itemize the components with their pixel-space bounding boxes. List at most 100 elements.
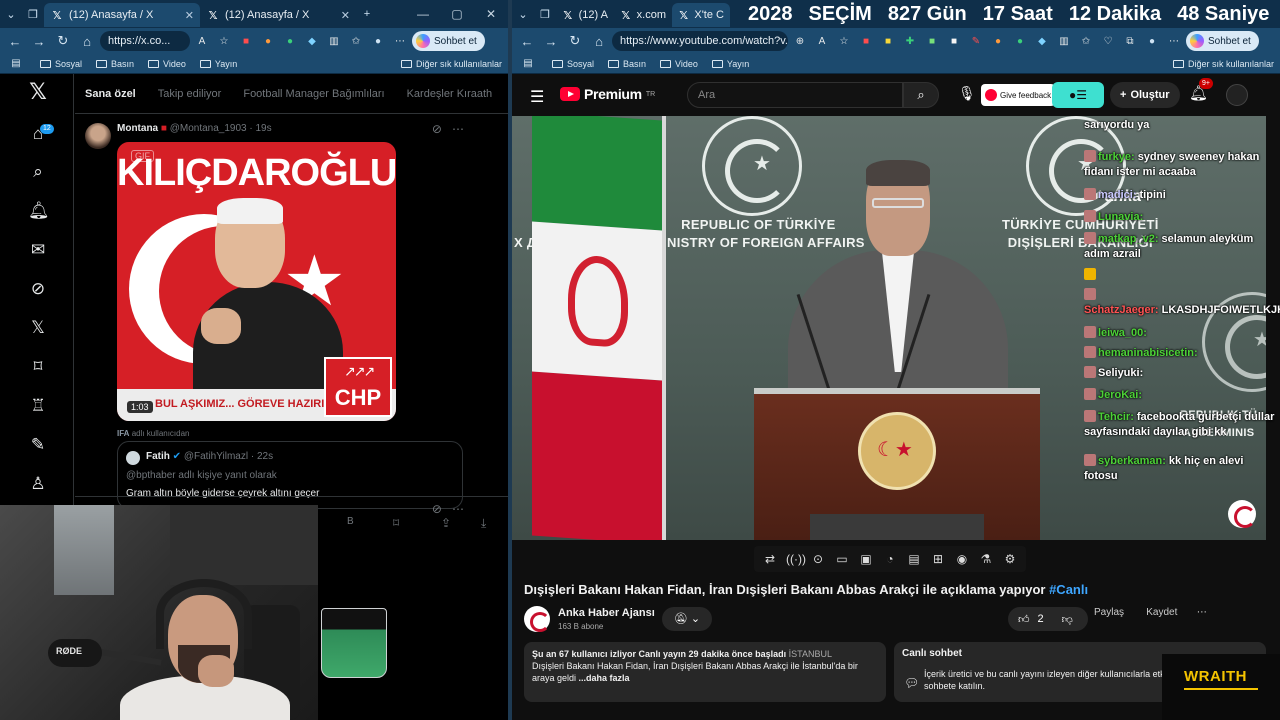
flask-icon[interactable]: ⚗ — [978, 551, 994, 567]
x-premium-icon[interactable]: 𝕏 — [28, 318, 48, 338]
forward-icon[interactable]: → — [540, 34, 562, 49]
home-icon[interactable]: ⌂ — [588, 34, 610, 49]
bookmark-yayin[interactable]: Yayın — [711, 59, 749, 69]
split-screen-icon[interactable]: ▥ — [1054, 33, 1074, 49]
back-icon[interactable]: ← — [516, 34, 538, 49]
more-icon[interactable]: ⋯ — [390, 33, 410, 49]
profile-icon[interactable]: ♙ — [28, 474, 48, 494]
author-avatar[interactable] — [85, 123, 111, 149]
close-window-icon[interactable]: ✕ — [474, 7, 508, 21]
description-more-link[interactable]: ...daha fazla — [579, 673, 630, 683]
workspaces-icon[interactable]: ❐ — [22, 4, 44, 24]
chat-username[interactable]: Seliyuki: — [1098, 367, 1143, 379]
reader-view-icon[interactable]: ⊕ — [790, 33, 810, 49]
maximize-icon[interactable]: ▢ — [440, 7, 474, 21]
articles-icon[interactable]: ✎ — [28, 435, 48, 455]
read-aloud-icon[interactable]: A — [812, 33, 832, 49]
jobs-icon[interactable]: ♖ — [28, 396, 48, 416]
x-logo-icon[interactable]: 𝕏 — [28, 81, 48, 103]
bookmark-video[interactable]: Video — [660, 59, 698, 69]
tab-x-te[interactable]: 𝕏 X'te C — [672, 3, 730, 27]
description-location[interactable]: İSTANBUL — [789, 649, 832, 659]
bookmark-sosyal[interactable]: Sosyal — [40, 59, 82, 69]
grok-icon[interactable]: ⊘ — [28, 279, 48, 299]
quote-author-handle[interactable]: @FatihYilmazl — [184, 451, 248, 462]
subscription-bell-button[interactable]: 🔕︎ ⌄ — [662, 607, 712, 631]
tab-following[interactable]: Takip ediliyor — [158, 88, 222, 100]
collections-icon[interactable]: ⧉ — [1120, 33, 1140, 49]
tab-for-you[interactable]: Sana özel — [85, 88, 136, 100]
home-icon[interactable]: ⌂ — [76, 34, 98, 49]
post-time[interactable]: 19s — [256, 123, 272, 134]
tab-football-manager[interactable]: Football Manager Bağımlıları — [243, 88, 384, 100]
chat-username[interactable]: leiwa_00: — [1098, 327, 1147, 339]
search-icon[interactable]: ⌕ — [28, 162, 48, 182]
favorites-icon[interactable]: ✩ — [1076, 33, 1096, 49]
chat-username[interactable]: SchatzJaeger: — [1084, 304, 1159, 316]
more-icon[interactable]: ⋯ — [452, 122, 464, 136]
extension-orange-icon[interactable]: ● — [988, 33, 1008, 49]
chat-username[interactable]: hemaninabisicetin: — [1098, 347, 1198, 359]
repeat-icon[interactable]: ⇄ — [762, 551, 778, 567]
minimize-icon[interactable]: — — [406, 7, 440, 21]
url-field[interactable]: https://www.youtube.com/watch?v... — [612, 31, 788, 51]
refresh-icon[interactable]: ↻ — [52, 33, 74, 49]
youtube-premium-logo[interactable]: Premium TR — [560, 86, 655, 102]
search-button[interactable]: ⌕ — [903, 82, 939, 108]
favorite-star-icon[interactable]: ☆ — [214, 33, 234, 49]
chat-username[interactable]: Lunavia: — [1098, 211, 1143, 223]
quote-time[interactable]: 22s — [257, 451, 273, 462]
save-button[interactable]: Kaydet — [1146, 607, 1177, 618]
more-icon[interactable]: ⋯ — [452, 502, 464, 516]
voice-search-mic-icon[interactable]: 🎙︎ — [958, 85, 976, 102]
video-hashtag[interactable]: #Canlı — [1049, 582, 1088, 597]
broadcast-icon[interactable]: ((·)) — [786, 551, 806, 567]
tab-groups-icon[interactable]: ▤ — [518, 56, 538, 72]
author-handle[interactable]: @Montana_1903 — [170, 123, 247, 134]
bookmark-sosyal[interactable]: Sosyal — [552, 59, 594, 69]
copilot-chat-button[interactable]: Sohbet et — [412, 31, 485, 51]
chat-username[interactable]: Tehcir: — [1098, 411, 1134, 423]
settings-gear-icon[interactable]: ⚙ — [1002, 551, 1018, 567]
menu-hamburger-icon[interactable]: ☰ — [530, 87, 544, 107]
extension-orange-icon[interactable]: ● — [258, 33, 278, 49]
bookmark-basin[interactable]: Basın — [608, 59, 646, 69]
chat-username[interactable]: matkap_v2: — [1098, 233, 1159, 245]
attribution-user[interactable]: IFA — [117, 429, 129, 438]
messages-mail-icon[interactable]: ✉ — [28, 240, 48, 260]
read-aloud-icon[interactable]: A — [192, 33, 212, 49]
give-feedback-button[interactable]: Give feedback — [981, 84, 1056, 106]
like-icon[interactable]: 👍︎ — [1018, 613, 1030, 626]
extension-white-icon[interactable]: ■ — [944, 33, 964, 49]
split-screen-icon[interactable]: ▥ — [324, 33, 344, 49]
extension-yellow-icon[interactable]: ■ — [878, 33, 898, 49]
profile-avatar-icon[interactable]: ● — [1142, 33, 1162, 49]
tab-x-home-1[interactable]: 𝕏 (12) Anasayfa / X ✕ — [44, 3, 200, 27]
favorite-star-icon[interactable]: ☆ — [834, 33, 854, 49]
bookmark-basin[interactable]: Basın — [96, 59, 134, 69]
workspaces-icon[interactable]: ❐ — [534, 4, 556, 24]
chat-username[interactable]: furkye: — [1098, 151, 1135, 163]
video-description[interactable]: Şu an 67 kullanıcı izliyor Canlı yayın 2… — [524, 642, 886, 702]
extension-blue-icon[interactable]: ◆ — [1032, 33, 1052, 49]
profile-avatar-icon[interactable]: ● — [368, 33, 388, 49]
clip-icon[interactable]: ▭ — [834, 551, 850, 567]
favorites-icon[interactable]: ✩ — [346, 33, 366, 49]
tab-x-home[interactable]: 𝕏 (12) A — [556, 3, 614, 27]
extension-red-icon[interactable]: ■ — [856, 33, 876, 49]
post-more-options[interactable]: ⊘ ⋯ — [432, 122, 464, 136]
author-name[interactable]: Montana — [117, 123, 158, 134]
quote-author-avatar[interactable] — [126, 451, 140, 465]
new-tab-icon[interactable]: + — [356, 4, 378, 24]
stats-icon[interactable]: ▤ — [906, 551, 922, 567]
quote-author-name[interactable]: Fatih — [146, 451, 170, 462]
bookmark-other-favorites[interactable]: Diğer sık kullanılanlar — [1172, 59, 1274, 69]
post-media-image[interactable] — [321, 608, 387, 678]
chat-username[interactable]: JeroKai: — [1098, 389, 1142, 401]
add-icon[interactable]: ⊞ — [930, 551, 946, 567]
url-field[interactable]: https://x.co... — [100, 31, 190, 51]
search-input[interactable]: Ara — [687, 82, 903, 108]
share-button[interactable]: Paylaş — [1094, 607, 1124, 618]
more-icon[interactable]: ⋯ — [1164, 33, 1184, 49]
bookmark-yayin[interactable]: Yayın — [199, 59, 237, 69]
